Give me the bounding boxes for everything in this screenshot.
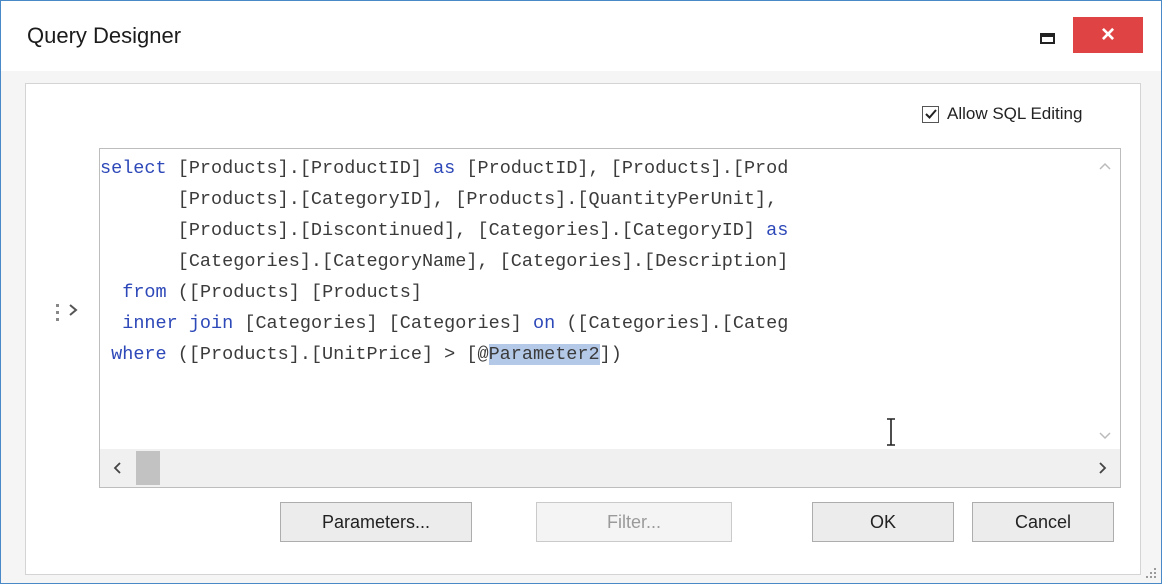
sql-keyword: where [111,344,167,365]
close-button[interactable]: × [1073,17,1143,53]
sql-text: ([Categories].[Categ [555,313,789,334]
sql-text: [Products].[ProductID] [166,158,434,179]
vertical-scrollbar[interactable] [1090,149,1120,449]
scroll-left-icon[interactable] [112,461,122,475]
allow-sql-editing-label: Allow SQL Editing [947,104,1083,123]
horizontal-scroll-thumb[interactable] [136,451,160,485]
sql-text: [Products].[CategoryID], [Products].[Qua… [100,189,778,210]
text-cursor-icon [887,418,895,446]
ok-button[interactable]: OK [812,502,954,542]
window-title: Query Designer [27,23,182,48]
horizontal-scrollbar[interactable] [100,449,1120,487]
scroll-down-icon[interactable] [1098,431,1112,441]
scroll-right-icon[interactable] [1098,461,1108,475]
allow-sql-editing-option[interactable]: Allow SQL Editing [922,102,1082,126]
sql-code-area[interactable]: select [Products].[ProductID] as [Produc… [100,153,1090,449]
sql-text: [Categories] [Categories] [233,313,533,334]
sql-code-line[interactable]: [Products].[Discontinued], [Categories].… [100,215,1090,246]
query-designer-window: Query Designer × Allow SQL Editing selec… [0,0,1162,584]
selected-text: Parameter2 [488,344,600,365]
expand-panel-handle[interactable] [56,300,96,324]
resize-grip-icon[interactable] [1143,565,1157,579]
drag-handle-icon [56,303,59,321]
sql-code-line[interactable]: where ([Products].[UnitPrice] > [@Parame… [100,339,1090,370]
parameters-button[interactable]: Parameters... [280,502,472,542]
sql-text: ]) [599,344,622,365]
filter-button[interactable]: Filter... [536,502,732,542]
sql-code-line[interactable]: from ([Products] [Products] [100,277,1090,308]
title-bar[interactable]: Query Designer × [1,1,1161,71]
sql-code-line[interactable]: select [Products].[ProductID] as [Produc… [100,153,1090,184]
allow-sql-editing-checkbox[interactable] [922,105,939,123]
sql-keyword: as [433,158,456,179]
checkmark-icon [924,109,937,119]
maximize-button[interactable] [1027,19,1067,57]
sql-code-line[interactable]: [Products].[CategoryID], [Products].[Qua… [100,184,1090,215]
dialog-content: Allow SQL Editing select [Products].[Pro… [25,83,1141,575]
cancel-button[interactable]: Cancel [972,502,1114,542]
sql-text: ([Products].[UnitPrice] > [@ [166,344,489,365]
sql-text: [Categories].[CategoryName], [Categories… [100,251,789,272]
sql-code-line[interactable]: [Categories].[CategoryName], [Categories… [100,246,1090,277]
sql-editor[interactable]: select [Products].[ProductID] as [Produc… [99,148,1121,488]
maximize-icon [1039,32,1055,44]
sql-text: [Products].[Discontinued], [Categories].… [100,220,767,241]
sql-code-line[interactable]: inner join [Categories] [Categories] on … [100,308,1090,339]
sql-keyword: from [122,282,167,303]
chevron-right-icon [67,303,79,322]
sql-keyword: on [533,313,556,334]
close-icon: × [1100,21,1115,48]
scroll-up-icon[interactable] [1098,161,1112,171]
sql-text: [ProductID], [Products].[Prod [455,158,789,179]
sql-keyword: inner join [122,313,234,334]
sql-text: ([Products] [Products] [166,282,422,303]
sql-keyword: select [100,158,167,179]
sql-keyword: as [766,220,789,241]
